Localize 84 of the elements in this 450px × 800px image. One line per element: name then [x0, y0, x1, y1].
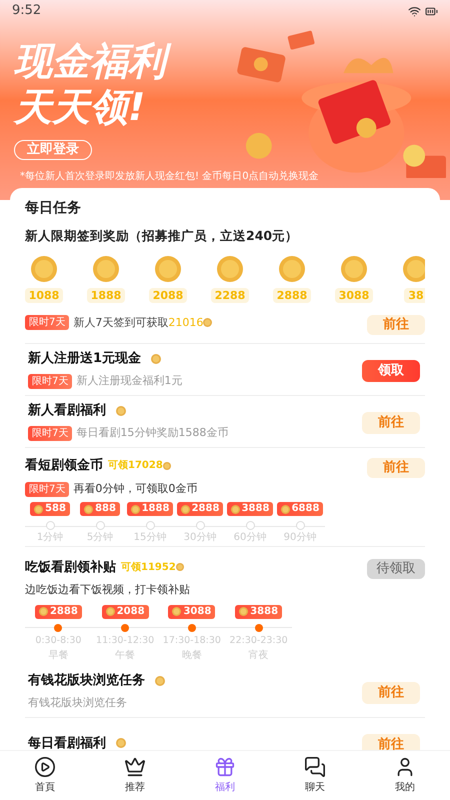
nav-tab[interactable]: 聊天	[285, 756, 345, 795]
coin-icon	[341, 256, 367, 282]
section-title: 每日任务	[25, 199, 82, 218]
coin-icon	[279, 256, 305, 282]
coin-icon	[403, 256, 425, 282]
nav-tab[interactable]: 我的	[375, 756, 435, 795]
nav-tab[interactable]: 福利	[195, 756, 255, 795]
bonus-amount: 可领17028	[108, 458, 163, 474]
reward-amount: 3088	[334, 288, 374, 303]
reward-amount: 38	[404, 288, 425, 303]
battery-icon	[425, 4, 438, 18]
gift-icon	[214, 756, 236, 778]
coin-icon	[180, 504, 190, 514]
reward-amount: 1888	[86, 288, 126, 303]
action-button[interactable]: 前往	[362, 682, 420, 704]
coin-icon	[239, 607, 248, 616]
coin-icon	[31, 256, 57, 282]
reward-amount: 2888	[272, 288, 312, 303]
action-button[interactable]: 前往	[367, 314, 425, 334]
reward-badge: 588	[30, 502, 70, 516]
task-title: 每日看剧福利	[28, 734, 106, 750]
signin-title: 新人限期签到奖励（招募推广员，立送240元）	[25, 227, 300, 245]
signin-info: 新人7天签到可获取21016	[73, 314, 204, 330]
bonus-amount: 可领11952	[121, 560, 176, 575]
coin-icon	[172, 607, 182, 616]
reward-badge: 3888	[235, 604, 282, 619]
play-icon	[34, 756, 56, 778]
task-description: 每日看剧15分钟奖励1588金币	[76, 425, 228, 442]
coin-icon	[176, 563, 184, 572]
nav-tab[interactable]: 首頁	[15, 756, 75, 795]
banner-note: *每位新人首次登录即发放新人现金红包! 金币每日0点自动兑换现金	[20, 170, 319, 184]
login-button[interactable]: 立即登录	[14, 140, 92, 160]
reward-amount: 1088	[25, 288, 64, 303]
coin-icon	[151, 354, 162, 364]
coin-icon	[203, 318, 212, 328]
reward-badge: 6888	[276, 502, 324, 516]
task-title: 吃饭看剧领补贴	[25, 558, 116, 576]
reward-badge: 888	[80, 502, 120, 516]
coin-icon	[106, 607, 115, 616]
reward-amount: 2288	[210, 288, 250, 303]
action-button[interactable]: 前往	[362, 412, 420, 434]
task-description: 边吃饭边看下饭视频，打卡领补贴	[25, 582, 191, 598]
coin-icon	[217, 256, 243, 282]
limited-time-tag: 限时7天	[25, 315, 70, 330]
reward-badge: 3888	[226, 502, 274, 516]
limited-time-tag: 限时7天	[25, 482, 70, 496]
coin-icon	[116, 406, 126, 416]
task-description: 有钱花版块浏览任务	[28, 695, 127, 712]
crown-icon	[124, 756, 146, 778]
reward-badge: 1888	[126, 502, 174, 516]
status-time: 9:52	[12, 2, 42, 20]
coin-icon	[93, 256, 119, 282]
coin-icon	[155, 256, 181, 282]
coin-icon	[38, 607, 48, 616]
coin-icon	[155, 676, 165, 686]
banner-title: 现金福利	[14, 38, 229, 84]
action-button[interactable]: 前往	[367, 458, 425, 478]
coin-icon	[280, 504, 290, 514]
action-button[interactable]: 领取	[362, 360, 420, 382]
reward-badge: 2088	[102, 604, 149, 619]
coin-icon	[130, 504, 140, 514]
banner-title: 天天领!	[14, 84, 146, 130]
coin-icon	[230, 504, 240, 514]
limited-time-tag: 限时7天	[28, 374, 72, 389]
reward-badge: 2888	[34, 604, 82, 619]
coin-icon	[84, 504, 94, 514]
task-description: 新人注册现金福利1元	[76, 373, 182, 390]
wifi-icon	[408, 4, 421, 18]
task-title: 有钱花版块浏览任务	[28, 672, 145, 690]
nav-tab[interactable]: 推荐	[105, 756, 165, 795]
coin-icon	[162, 462, 171, 470]
action-button[interactable]: 待领取	[367, 559, 425, 579]
reward-amount: 2088	[148, 288, 188, 303]
task-title: 新人注册送1元现金	[28, 350, 142, 368]
coin-icon	[116, 738, 126, 748]
action-button[interactable]: 前往	[362, 734, 420, 750]
task-description: 再看0分钟，可领取0金币	[73, 480, 198, 497]
coin-icon	[34, 504, 44, 514]
chat-icon	[304, 756, 326, 778]
task-title: 新人看剧福利	[28, 402, 106, 420]
reward-badge: 3088	[168, 604, 216, 619]
reward-badge: 2888	[176, 502, 224, 516]
limited-time-tag: 限时7天	[28, 426, 72, 441]
task-title: 看短剧领金币	[25, 456, 103, 475]
